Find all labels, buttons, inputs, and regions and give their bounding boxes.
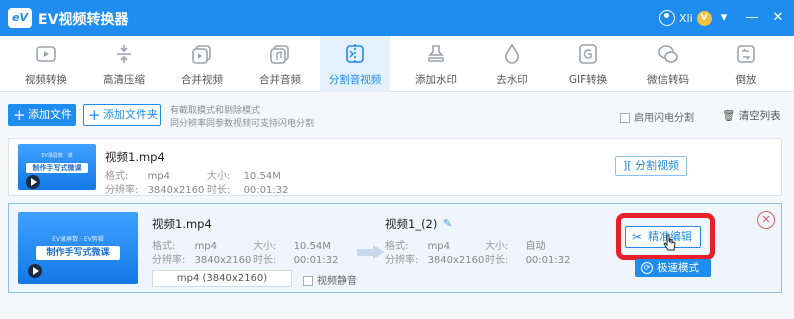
- arrow-right-icon: [357, 245, 385, 259]
- user-icon: [659, 10, 675, 26]
- reverse-icon: [737, 45, 755, 63]
- clear-list-button[interactable]: 🗑 清空列表: [722, 108, 781, 123]
- resolution-meta: 分辨率: 3840x2160: [152, 255, 252, 266]
- thumb-banner: 制作手写式微课: [36, 246, 120, 260]
- video-thumbnail: EV录屏数 · 课 制作手写式微课: [18, 144, 96, 190]
- tool-watermark[interactable]: 添加水印: [406, 36, 466, 92]
- add-file-button[interactable]: + 添加文件: [8, 104, 76, 126]
- output-format-meta: 格式: mp4: [385, 241, 451, 252]
- split-video-button[interactable]: ][ 分割视频: [615, 156, 687, 176]
- compress-icon: [117, 45, 131, 63]
- mouse-cursor-icon: [663, 234, 676, 251]
- output-name: 视频1_(2): [385, 217, 438, 231]
- output-resolution-meta: 分辨率: 3840x2160: [385, 255, 485, 266]
- tool-reverse[interactable]: 倒放: [716, 36, 776, 92]
- file-name: 视频1.mp4: [152, 217, 212, 231]
- format-meta: 格式: mp4: [105, 171, 171, 182]
- edit-pencil-icon[interactable]: ✎: [443, 217, 453, 230]
- user-account[interactable]: Xli V: [659, 8, 712, 28]
- tool-label: 添加水印: [415, 74, 457, 86]
- speed-icon: ⟳: [641, 262, 653, 274]
- thumb-subtitle: EV录屏数 · 课: [41, 153, 73, 159]
- tool-label: 去水印: [496, 74, 528, 86]
- hint-text-1: 有截取模式和剔除模式: [170, 106, 261, 116]
- minimize-button[interactable]: —: [742, 8, 762, 28]
- mute-option[interactable]: 视频静音: [303, 272, 357, 287]
- tool-label: 分割音视频: [328, 74, 382, 86]
- vip-badge: V: [696, 10, 712, 26]
- add-folder-button[interactable]: + 添加文件夹: [83, 104, 161, 126]
- video-thumbnail: EV录屏数 · EV剪辑 制作手写式微课: [18, 212, 138, 284]
- hint-text-2: 同分辨率同参数视频可支持闪电分割: [170, 119, 315, 129]
- tool-gif[interactable]: GIF转换: [558, 36, 618, 92]
- merge-audio-icon: [270, 45, 289, 64]
- wechat-icon: [658, 45, 678, 63]
- tool-label: 合并音频: [259, 74, 301, 86]
- split-icon: [346, 44, 364, 64]
- flash-split-checkbox[interactable]: [620, 113, 630, 123]
- app-window: eV EV视频转换器 Xli V ▾ — ✕ 视频转换 高清压缩 合并视频 合并…: [0, 0, 794, 319]
- fast-mode-button[interactable]: ⟳ 极速模式: [635, 259, 711, 277]
- tool-video-convert[interactable]: 视频转换: [16, 36, 76, 92]
- app-logo: eV: [8, 8, 32, 28]
- output-duration-meta: 时长: 00:01:32: [485, 255, 571, 266]
- flash-split-option[interactable]: 启用闪电分割: [620, 109, 694, 124]
- file-row-selected[interactable]: EV录屏数 · EV剪辑 制作手写式微课 视频1.mp4 格式: mp4 大小:…: [8, 203, 782, 293]
- plus-icon: +: [13, 106, 26, 124]
- app-title: EV视频转换器: [38, 12, 129, 28]
- play-icon: [26, 175, 40, 189]
- duration-meta: 时长: 00:01:32: [253, 255, 339, 266]
- tool-label: 倒放: [735, 74, 757, 86]
- size-meta: 大小: 10.54M: [207, 171, 281, 182]
- tool-merge-video[interactable]: 合并视频: [172, 36, 232, 92]
- output-size-meta: 大小: 自动: [485, 241, 546, 252]
- split-icon: ][: [622, 159, 632, 172]
- output-format-select[interactable]: mp4 (3840x2160): [152, 270, 292, 287]
- remove-file-button[interactable]: ✕: [757, 211, 775, 229]
- tool-label: 视频转换: [25, 74, 67, 86]
- tool-merge-audio[interactable]: 合并音频: [250, 36, 310, 92]
- video-convert-icon: [36, 46, 56, 62]
- size-meta: 大小: 10.54M: [253, 241, 331, 252]
- file-name: 视频1.mp4: [105, 150, 165, 164]
- tool-split[interactable]: 分割音视频: [320, 36, 390, 92]
- tool-compress[interactable]: 高清压缩: [94, 36, 154, 92]
- tool-remove-watermark[interactable]: 去水印: [482, 36, 542, 92]
- tool-label: 微信转码: [647, 74, 689, 86]
- duration-meta: 时长: 00:01:32: [207, 185, 289, 196]
- thumb-banner: 制作手写式微课: [26, 163, 88, 173]
- stamp-icon: [428, 45, 444, 62]
- title-bar: eV EV视频转换器 Xli V ▾ — ✕: [0, 0, 794, 36]
- merge-video-icon: [192, 45, 211, 64]
- tool-wechat[interactable]: 微信转码: [638, 36, 698, 92]
- resolution-meta: 分辨率: 3840x2160: [105, 185, 205, 196]
- tool-label: GIF转换: [568, 74, 608, 86]
- gif-icon: [579, 44, 597, 64]
- tool-label: 合并视频: [181, 74, 223, 86]
- feature-toolbar: 视频转换 高清压缩 合并视频 合并音频 分割音视频 添加水印 去水印 GIF转换…: [0, 36, 794, 92]
- menu-dropdown-button[interactable]: ▾: [714, 8, 734, 28]
- drop-icon: [505, 43, 519, 64]
- close-window-button[interactable]: ✕: [768, 8, 788, 28]
- play-icon: [28, 264, 42, 278]
- plus-icon: +: [88, 106, 101, 124]
- mute-checkbox[interactable]: [303, 276, 313, 286]
- format-meta: 格式: mp4: [152, 241, 218, 252]
- tool-label: 高清压缩: [103, 74, 145, 86]
- file-row[interactable]: EV录屏数 · 课 制作手写式微课 视频1.mp4 格式: mp4 大小: 10…: [8, 138, 782, 196]
- trash-icon: 🗑: [722, 110, 736, 122]
- thumb-title: EV录屏数 · EV剪辑: [52, 236, 104, 243]
- user-name: Xli: [679, 11, 693, 25]
